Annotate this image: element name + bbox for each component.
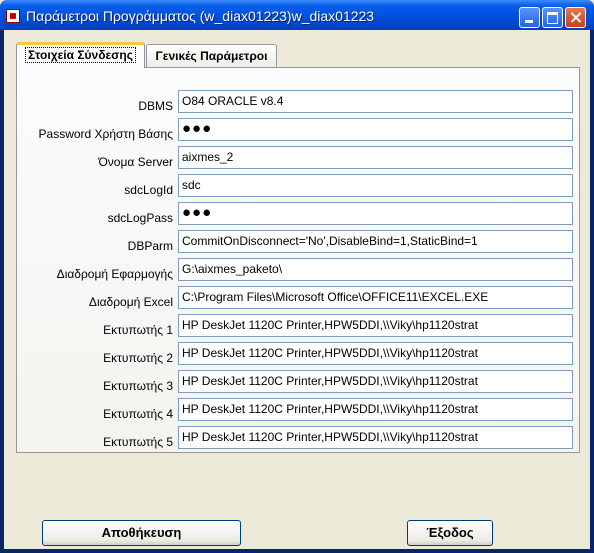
db-password-field[interactable]: ●●● <box>178 118 573 141</box>
tab-label: Γενικές Παράμετροι <box>155 49 268 63</box>
field-label-dbparm: DBParm <box>127 239 173 253</box>
dbms-field[interactable]: O84 ORACLE v8.4 <box>178 90 573 113</box>
field-label-printer-3: Εκτυπωτής 3 <box>103 379 173 393</box>
field-label-printer-2: Εκτυπωτής 2 <box>103 351 173 365</box>
field-label-sdc-log-pass: sdcLogPass <box>107 211 173 225</box>
printer-2-field[interactable]: HP DeskJet 1120C Printer,HPW5DDI,\\Viky\… <box>178 342 573 365</box>
minimize-button[interactable] <box>519 7 540 28</box>
printer-3-field[interactable]: HP DeskJet 1120C Printer,HPW5DDI,\\Viky\… <box>178 370 573 393</box>
close-button[interactable] <box>565 7 586 28</box>
field-label-db-password: Password Χρήστη Βάσης <box>38 127 173 141</box>
save-button[interactable]: Αποθήκευση <box>42 520 241 546</box>
printer-5-field[interactable]: HP DeskJet 1120C Printer,HPW5DDI,\\Viky\… <box>178 426 573 449</box>
excel-path-field[interactable]: C:\Program Files\Microsoft Office\OFFICE… <box>178 286 573 309</box>
sdc-log-pass-field[interactable]: ●●● <box>178 202 573 225</box>
app-path-field[interactable]: G:\aixmes_paketo\ <box>178 258 573 281</box>
window-title: Παράμετροι Προγράμματος (w_diax01223)w_d… <box>26 8 375 24</box>
maximize-button[interactable] <box>542 7 563 28</box>
field-label-server-name: Όνομα Server <box>98 155 174 169</box>
printer-1-field[interactable]: HP DeskJet 1120C Printer,HPW5DDI,\\Viky\… <box>178 314 573 337</box>
field-label-app-path: Διαδρομή Εφαρμογής <box>56 267 173 281</box>
field-label-printer-1: Εκτυπωτής 1 <box>103 323 173 337</box>
tab-general-parameters[interactable]: Γενικές Παράμετροι <box>146 44 277 68</box>
title-bar[interactable]: Παράμετροι Προγράμματος (w_diax01223)w_d… <box>0 0 594 30</box>
tab-connection-settings[interactable]: Στοιχεία Σύνδεσης <box>16 42 145 68</box>
dbparm-field[interactable]: CommitOnDisconnect='No',DisableBind=1,St… <box>178 230 573 253</box>
tab-panel: DBMS O84 ORACLE v8.4 Password Χρήστη Βάσ… <box>16 67 580 453</box>
field-label-dbms: DBMS <box>138 99 173 113</box>
tab-label: Στοιχεία Σύνδεσης <box>25 47 136 63</box>
field-label-printer-5: Εκτυπωτής 5 <box>103 435 173 449</box>
field-label-printer-4: Εκτυπωτής 4 <box>103 407 173 421</box>
field-label-sdc-log-id: sdcLogId <box>124 183 173 197</box>
sdc-log-id-field[interactable]: sdc <box>178 174 573 197</box>
field-label-excel-path: Διαδρομή Excel <box>88 295 173 309</box>
dialog-body: Στοιχεία Σύνδεσης Γενικές Παράμετροι DBM… <box>4 30 590 549</box>
printer-4-field[interactable]: HP DeskJet 1120C Printer,HPW5DDI,\\Viky\… <box>178 398 573 421</box>
server-name-field[interactable]: aixmes_2 <box>178 146 573 169</box>
exit-button[interactable]: Έξοδος <box>407 520 493 546</box>
app-icon[interactable] <box>6 9 20 23</box>
window-frame: Παράμετροι Προγράμματος (w_diax01223)w_d… <box>0 0 594 553</box>
